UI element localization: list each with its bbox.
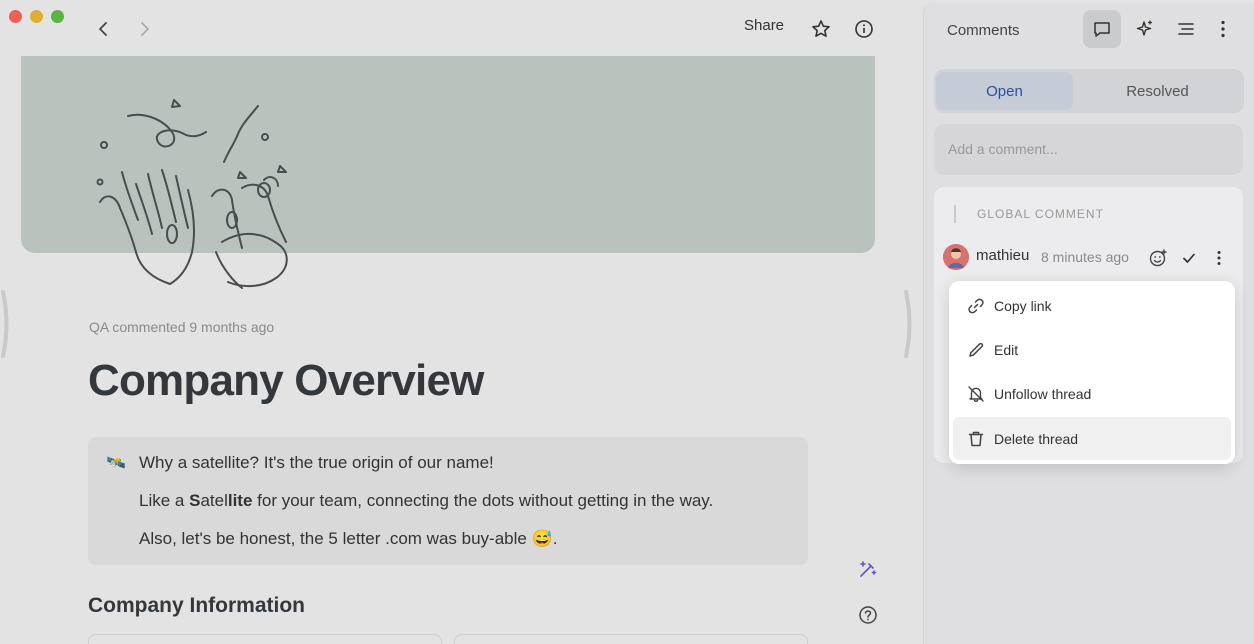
thread-label: GLOBAL COMMENT: [977, 207, 1104, 221]
chevron-right-icon: [141, 22, 149, 36]
callout-line-1: Why a satellite? It's the true origin of…: [139, 453, 494, 472]
menu-item-delete[interactable]: Delete thread: [953, 417, 1231, 460]
info-card[interactable]: [454, 634, 808, 644]
tab-open[interactable]: Open: [936, 72, 1073, 110]
menu-item-edit[interactable]: Edit: [953, 328, 1231, 371]
right-sidebar-toggle[interactable]: [904, 290, 914, 358]
menu-item-copy-link[interactable]: Copy link: [953, 284, 1231, 327]
pencil-icon: [965, 341, 987, 359]
add-comment-input[interactable]: Add a comment...: [934, 124, 1243, 175]
ai-assist-button[interactable]: [857, 558, 879, 585]
callout-block[interactable]: 🛰️ Why a satellite? It's the true origin…: [88, 437, 808, 565]
page-title[interactable]: Company Overview: [88, 356, 484, 406]
section-heading[interactable]: Company Information: [88, 594, 305, 618]
check-icon: [1183, 253, 1195, 263]
menu-item-label: Copy link: [994, 297, 1052, 314]
bell-off-icon: [965, 385, 987, 403]
thread-more-button[interactable]: [1205, 244, 1233, 272]
add-reaction-button[interactable]: [1144, 244, 1172, 272]
menu-item-label: Delete thread: [994, 430, 1079, 447]
speech-bubble-icon: [1094, 22, 1110, 37]
callout-line-3: Also, let's be honest, the 5 letter .com…: [139, 529, 558, 548]
emoji-add-icon: [1149, 249, 1167, 267]
chevron-left-icon: [99, 22, 107, 36]
sparkle-icon: [1136, 20, 1153, 36]
minimize-window-button[interactable]: [30, 10, 43, 23]
star-icon: [812, 20, 830, 37]
more-vertical-icon: [1221, 20, 1225, 38]
window-controls: [9, 10, 64, 23]
menu-item-label: Unfollow thread: [994, 385, 1092, 402]
celebration-hands-illustration: [96, 99, 288, 289]
callout-line-2: Like a Satellite for your team, connecti…: [139, 491, 714, 510]
avatar: [943, 244, 969, 270]
magic-wand-icon: [860, 561, 877, 577]
text-lines-icon: [1178, 23, 1194, 35]
ai-sparkle-button[interactable]: [1126, 10, 1164, 48]
panel-title: Comments: [947, 22, 1020, 39]
info-icon: [855, 20, 873, 38]
resolve-button[interactable]: [1175, 244, 1203, 272]
quote-bar: [954, 205, 956, 223]
favorite-button[interactable]: [811, 19, 831, 44]
outline-button[interactable]: [1167, 10, 1205, 48]
info-button[interactable]: [854, 19, 874, 44]
menu-item-label: Edit: [994, 341, 1019, 358]
document-toolbar: Share: [744, 17, 873, 38]
comments-tab-button[interactable]: [1083, 10, 1121, 48]
comment-author: mathieu: [976, 247, 1030, 264]
forward-button[interactable]: [133, 18, 155, 40]
zoom-window-button[interactable]: [51, 10, 64, 23]
menu-item-unfollow[interactable]: Unfollow thread: [953, 372, 1231, 415]
trash-icon: [965, 430, 987, 448]
comment-meta[interactable]: QA commented 9 months ago: [89, 319, 274, 335]
close-window-button[interactable]: [9, 10, 22, 23]
info-card[interactable]: [88, 634, 442, 644]
share-button[interactable]: Share: [744, 17, 784, 34]
link-icon: [965, 297, 987, 315]
thread-context-menu: Copy link Edit Unfollow thread Delete th…: [949, 281, 1235, 464]
back-button[interactable]: [93, 18, 115, 40]
comment-filter-tabs: Open Resolved: [934, 69, 1244, 113]
question-icon: [859, 606, 877, 624]
panel-more-button[interactable]: [1209, 10, 1237, 48]
tab-resolved[interactable]: Resolved: [1089, 72, 1226, 110]
satellite-emoji-icon: 🛰️: [106, 455, 126, 472]
more-vertical-icon: [1217, 251, 1221, 265]
comment-timestamp: 8 minutes ago: [1041, 249, 1129, 265]
left-sidebar-toggle[interactable]: [1, 290, 11, 358]
help-button[interactable]: [858, 605, 878, 630]
